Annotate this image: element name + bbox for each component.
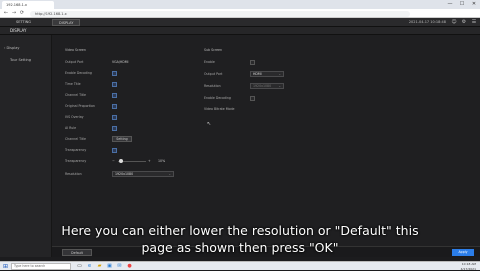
windows-start-icon[interactable]: ⊞	[2, 263, 9, 270]
sub-enable-checkbox[interactable]	[250, 60, 255, 65]
setting-button[interactable]: Setting	[112, 136, 132, 142]
enable-decoding-label: Enable Decoding	[65, 70, 92, 76]
ivs-overlay-checkbox[interactable]	[112, 115, 117, 120]
caption-line-1: Here you can either lower the resolution…	[0, 222, 480, 239]
chevron-down-icon: ⌄	[278, 84, 281, 89]
edge-icon[interactable]: e	[86, 263, 93, 270]
transparency-plus-icon[interactable]: +	[148, 158, 151, 164]
back-icon[interactable]: ←	[2, 9, 10, 18]
caption-line-2: page as shown then press "OK"	[0, 239, 480, 256]
browser-tab[interactable]: 192.168.1.x	[2, 1, 54, 9]
enable-decoding-checkbox[interactable]	[112, 71, 117, 76]
sidebar-item-display[interactable]: ‹ Display	[4, 45, 19, 51]
header-datetime: 2021-04-17 10:18:48	[409, 18, 446, 27]
reload-icon[interactable]: ⟳	[18, 9, 26, 18]
sub-enable-label: Enable	[204, 59, 215, 65]
resolution-select[interactable]: 1920x1080 ⌄	[112, 171, 174, 177]
channel-title-label: Channel Title	[65, 92, 86, 98]
chrome-icon[interactable]: ●	[126, 263, 133, 270]
address-bar: ← → ⟳ http://192.168.1.x	[0, 9, 480, 18]
transparency-slider-handle[interactable]	[119, 159, 123, 163]
ai-rule-checkbox[interactable]	[112, 126, 117, 131]
store-icon[interactable]: ▣	[106, 263, 113, 270]
sub-video-bitrate-label: Video Bitrate Mode	[204, 106, 234, 112]
display-title-bar: DISPLAY	[0, 27, 480, 35]
tab-setting[interactable]: SETTING	[10, 19, 37, 26]
video-screen-heading: Video Screen	[65, 47, 86, 53]
transparency-minus-icon[interactable]: −	[112, 158, 115, 164]
close-icon[interactable]: ✕	[468, 0, 480, 9]
sub-resolution-select[interactable]: 1920x1080 ⌄	[250, 83, 284, 89]
time-title-label: Time Title	[65, 81, 81, 87]
sub-output-port-value: HDMI	[253, 72, 262, 76]
forward-icon[interactable]: →	[10, 9, 18, 18]
transparency-value: 10%	[158, 158, 165, 164]
user-icon[interactable]: ☺	[450, 18, 458, 27]
mail-icon[interactable]: ✉	[116, 263, 123, 270]
taskbar: ⊞ Type here to search ▭ e ▰ ▣ ✉ ● 10:18 …	[0, 261, 480, 270]
maximize-icon[interactable]: ☐	[456, 0, 468, 9]
sub-enable-decoding-checkbox[interactable]	[250, 96, 255, 101]
chevron-down-icon: ⌄	[278, 72, 281, 77]
app-header: SETTING DISPLAY 2021-04-17 10:18:48 ☺ ⚙ …	[0, 18, 480, 27]
resolution-select-value: 1920x1080	[115, 172, 133, 176]
ivs-overlay-label: IVS Overlay	[65, 114, 84, 120]
output-port-label: Output Port	[65, 59, 83, 65]
minimize-icon[interactable]: —	[444, 0, 456, 9]
gear-icon[interactable]: ⚙	[460, 18, 468, 27]
output-port-value: VGA/HDMI	[112, 59, 128, 65]
task-view-icon[interactable]: ▭	[76, 263, 83, 270]
browser-tab-strip: 192.168.1.x — ☐ ✕	[0, 0, 480, 9]
tab-display[interactable]: DISPLAY	[52, 19, 80, 26]
channel-title-setting-label: Channel Title	[65, 136, 86, 142]
channel-title-checkbox[interactable]	[112, 93, 117, 98]
menu-icon[interactable]: ☰	[470, 18, 478, 27]
tray-time: 10:18 AM	[461, 262, 476, 267]
tray-date: 4/17/2021	[461, 267, 476, 271]
sub-output-port-select[interactable]: HDMI ⌄	[250, 71, 284, 77]
sub-enable-decoding-label: Enable Decoding	[204, 95, 231, 101]
sub-output-port-label: Output Port	[204, 71, 222, 77]
sidebar-item-tour-setting[interactable]: Tour Setting	[10, 57, 31, 63]
sub-resolution-label: Resolution	[204, 83, 221, 89]
browser-tab-title: 192.168.1.x	[6, 3, 27, 7]
video-caption: Here you can either lower the resolution…	[0, 222, 480, 256]
sub-screen-heading: Sub Screen	[204, 47, 222, 53]
ai-rule-label: AI Rule	[65, 125, 76, 131]
resolution-label: Resolution	[65, 171, 82, 177]
url-input[interactable]: http://192.168.1.x	[30, 11, 410, 17]
time-title-checkbox[interactable]	[112, 82, 117, 87]
taskbar-search-input[interactable]: Type here to search	[11, 263, 71, 270]
transparency-label-2: Transparency	[65, 158, 86, 164]
page-title: DISPLAY	[10, 27, 26, 35]
file-explorer-icon[interactable]: ▰	[96, 263, 103, 270]
chevron-down-icon: ⌄	[168, 172, 171, 177]
transparency-label-1: Transparency	[65, 147, 86, 153]
original-proportion-checkbox[interactable]	[112, 104, 117, 109]
transparency-checkbox[interactable]	[112, 148, 117, 153]
sub-resolution-value: 1920x1080	[253, 84, 271, 88]
original-proportion-label: Original Proportion	[65, 103, 95, 109]
mouse-cursor-icon: ↖	[207, 121, 211, 127]
